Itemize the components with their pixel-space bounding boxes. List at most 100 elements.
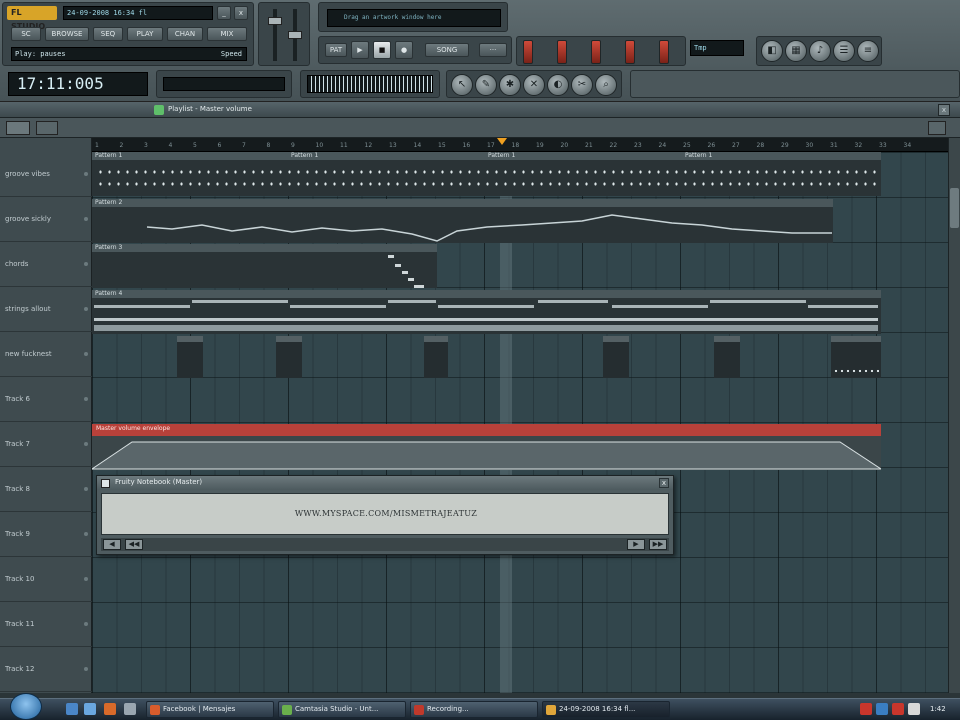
- lcd-button-sc[interactable]: SC: [11, 27, 41, 41]
- mute-tool-icon[interactable]: ◐: [547, 74, 569, 96]
- slice-tool-icon[interactable]: ✂: [571, 74, 593, 96]
- track-mute-led[interactable]: [84, 487, 88, 491]
- playlist-titlebar[interactable]: Playlist - Master volume x: [0, 102, 960, 118]
- automation-clip-header: Master volume envelope: [92, 424, 881, 436]
- track-header[interactable]: Track 12: [0, 647, 92, 692]
- track-mute-led[interactable]: [84, 397, 88, 401]
- timeline-tick: 19: [536, 142, 544, 149]
- timeline-tick: 3: [144, 142, 148, 149]
- mixer-icon[interactable]: ≡: [857, 40, 879, 62]
- automation-clip[interactable]: Master volume envelope: [92, 424, 881, 470]
- note: [192, 300, 288, 303]
- record-button[interactable]: ●: [395, 41, 413, 59]
- clip-pattern[interactable]: Pattern 3: [92, 244, 437, 288]
- track-header[interactable]: Track 10: [0, 557, 92, 602]
- note: [538, 300, 608, 303]
- track-header[interactable]: groove sickly: [0, 197, 92, 242]
- quicklaunch-firefox-icon[interactable]: [104, 703, 116, 715]
- song-mode-button[interactable]: SONG: [425, 43, 469, 57]
- track-mute-led[interactable]: [84, 577, 88, 581]
- clip-drum[interactable]: [714, 336, 740, 378]
- brush-tool-icon[interactable]: ✱: [499, 74, 521, 96]
- clip-drum[interactable]: [603, 336, 629, 378]
- track-mute-led[interactable]: [84, 532, 88, 536]
- clip-drum[interactable]: [177, 336, 203, 378]
- playlist-zoom-button[interactable]: [928, 121, 946, 135]
- snap-button[interactable]: ···: [479, 43, 507, 57]
- track-mute-led[interactable]: [84, 622, 88, 626]
- minimize-button[interactable]: _: [217, 6, 231, 20]
- notebook-close-icon[interactable]: x: [659, 478, 669, 488]
- quicklaunch-ie-icon[interactable]: [66, 703, 78, 715]
- task-facebook[interactable]: Facebook | Mensajes: [146, 701, 274, 718]
- tray-icon-1[interactable]: [860, 703, 872, 715]
- track-mute-led[interactable]: [84, 667, 88, 671]
- playlist-scrollbar[interactable]: [948, 138, 960, 693]
- timeline-ruler[interactable]: 1 2 3 4 5 6 7 8 9 10 11 12 13 14 15 16 17 18 19 20 21 22 23 24 2…: [92, 138, 948, 152]
- track-mute-led[interactable]: [84, 217, 88, 221]
- meter-1: [523, 40, 533, 64]
- clip-drum[interactable]: [831, 336, 881, 378]
- zoom-tool-icon[interactable]: ⌕: [595, 74, 617, 96]
- master-volume-slider[interactable]: [268, 17, 282, 25]
- pencil-tool-icon[interactable]: ✎: [475, 74, 497, 96]
- pointer-tool-icon[interactable]: ↖: [451, 74, 473, 96]
- step-sequencer-icon[interactable]: ▦: [785, 40, 807, 62]
- timeline-tick: 16: [462, 142, 471, 149]
- playlist-menu-button[interactable]: [6, 121, 30, 135]
- notebook-prev-page-icon[interactable]: ◀: [103, 539, 121, 550]
- start-button-icon[interactable]: [10, 693, 42, 720]
- browser-icon[interactable]: ☰: [833, 40, 855, 62]
- clip-drum[interactable]: [424, 336, 448, 378]
- playhead-marker[interactable]: [497, 138, 507, 145]
- tray-icon-2[interactable]: [876, 703, 888, 715]
- pat-song-button[interactable]: PAT: [325, 43, 347, 57]
- track-header[interactable]: Track 7: [0, 422, 92, 467]
- track-mute-led[interactable]: [84, 172, 88, 176]
- piano-roll-icon[interactable]: ♪: [809, 40, 831, 62]
- track-header[interactable]: strings allout: [0, 287, 92, 332]
- task-recording[interactable]: Recording...: [410, 701, 538, 718]
- lcd-button-play[interactable]: PLAY: [127, 27, 163, 41]
- lcd-button-browse[interactable]: BROWSE: [45, 27, 89, 41]
- track-header[interactable]: Track 9: [0, 512, 92, 557]
- task-label: Recording...: [427, 705, 469, 713]
- stop-button[interactable]: ■: [373, 41, 391, 59]
- notebook-text-area[interactable]: WWW.MYSPACE.COM/MISMETRAJEATUZ: [101, 493, 669, 535]
- task-fl-studio[interactable]: 24-09-2008 16:34 fl...: [542, 701, 670, 718]
- notebook-next-page-icon[interactable]: ▶: [627, 539, 645, 550]
- track-mute-led[interactable]: [84, 262, 88, 266]
- lcd-button-mix[interactable]: MIX: [207, 27, 247, 41]
- track-header[interactable]: chords: [0, 242, 92, 287]
- playlist-window-icon[interactable]: ◧: [761, 40, 783, 62]
- notebook-last-page-icon[interactable]: ▶▶: [649, 539, 667, 550]
- track-header[interactable]: new fucknest: [0, 332, 92, 377]
- track-header[interactable]: Track 11: [0, 602, 92, 647]
- track-mute-led[interactable]: [84, 352, 88, 356]
- close-button[interactable]: x: [234, 6, 248, 20]
- track-header[interactable]: groove vibes: [0, 152, 92, 197]
- play-button[interactable]: ▶: [351, 41, 369, 59]
- scrollbar-thumb[interactable]: [950, 188, 959, 228]
- notebook-first-page-icon[interactable]: ◀◀: [125, 539, 143, 550]
- track-mute-led[interactable]: [84, 442, 88, 446]
- quicklaunch-folder-icon[interactable]: [124, 703, 136, 715]
- lcd-button-chan[interactable]: CHAN: [167, 27, 203, 41]
- track-header[interactable]: Track 8: [0, 467, 92, 512]
- task-camtasia[interactable]: Camtasia Studio - Unt...: [278, 701, 406, 718]
- track-mute-led[interactable]: [84, 307, 88, 311]
- track-name: Track 8: [5, 485, 30, 493]
- note: [710, 300, 806, 303]
- lcd-button-seq[interactable]: SEQ: [93, 27, 123, 41]
- delete-tool-icon[interactable]: ✕: [523, 74, 545, 96]
- track-header[interactable]: Track 6: [0, 377, 92, 422]
- playlist-close-icon[interactable]: x: [938, 104, 950, 116]
- tray-volume-icon[interactable]: [908, 703, 920, 715]
- master-pitch-slider[interactable]: [288, 31, 302, 39]
- notebook-titlebar[interactable]: Fruity Notebook (Master) x: [97, 476, 673, 490]
- playlist-snap-button[interactable]: [36, 121, 58, 135]
- quicklaunch-desktop-icon[interactable]: [84, 703, 96, 715]
- clip-drum[interactable]: [276, 336, 302, 378]
- tray-icon-3[interactable]: [892, 703, 904, 715]
- tempo-lcd[interactable]: Tmp: [690, 40, 744, 56]
